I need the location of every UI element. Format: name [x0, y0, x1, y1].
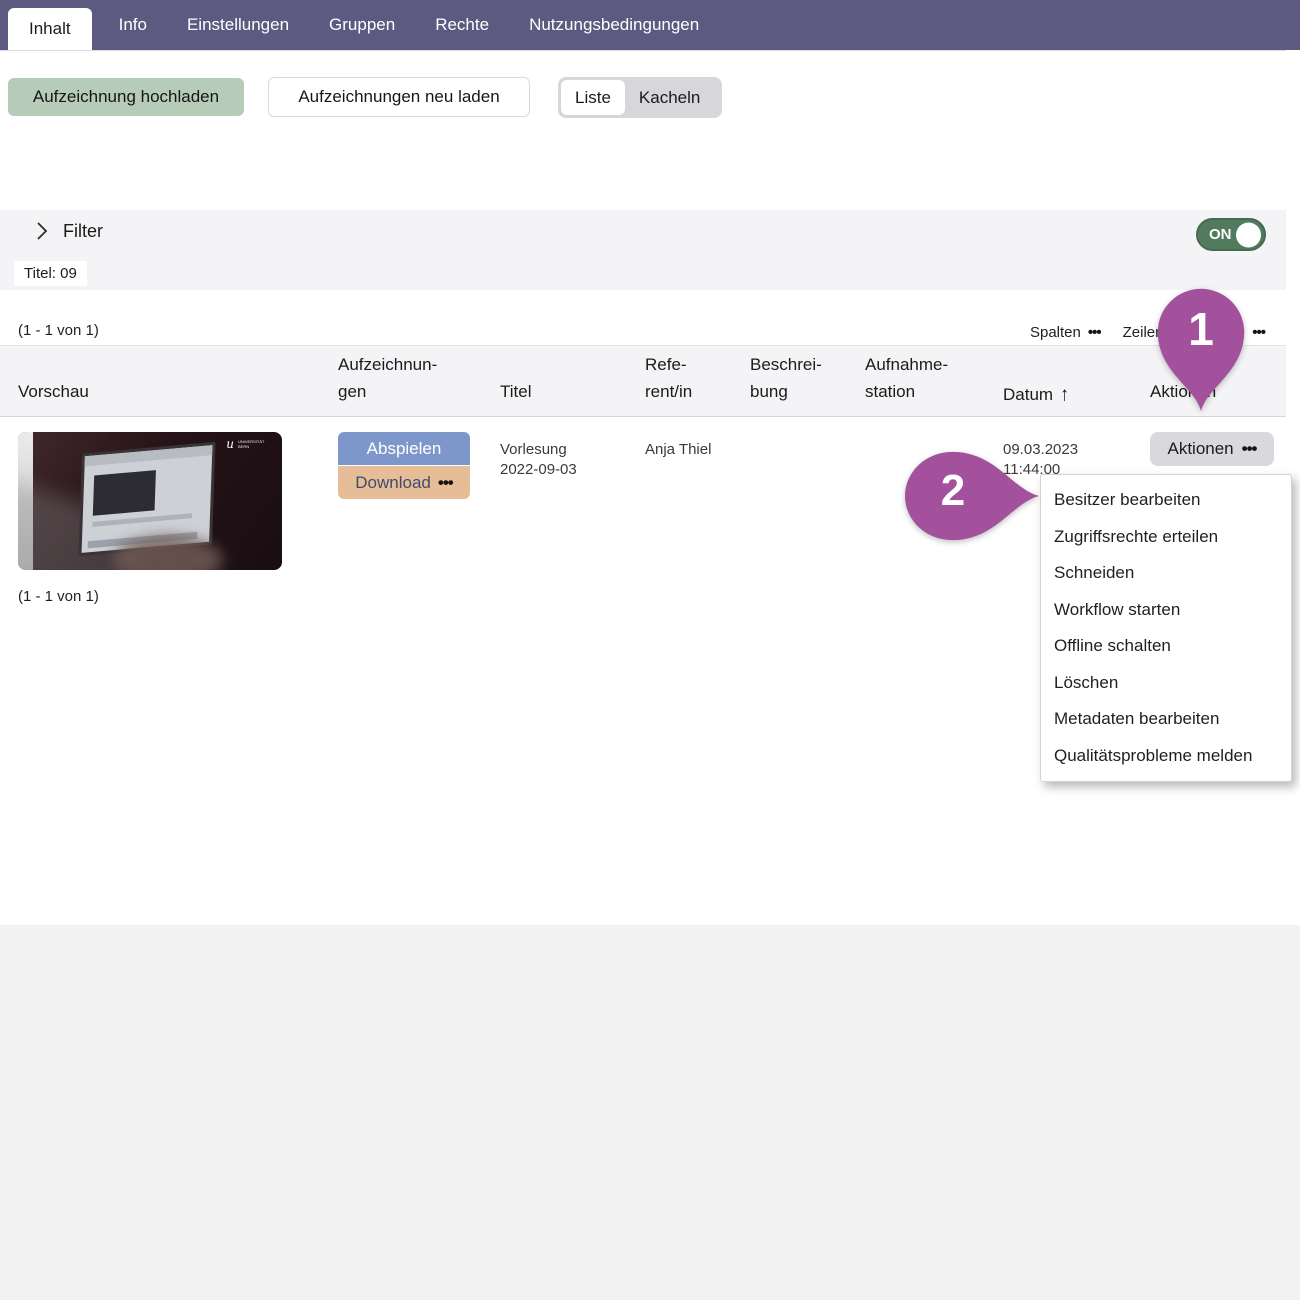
view-option-liste[interactable]: Liste	[561, 80, 625, 115]
download-label: Download	[355, 472, 431, 492]
columns-control-label[interactable]: Spalten	[1030, 324, 1081, 341]
filter-expander[interactable]: Filter	[35, 220, 103, 242]
cell-beschreibung	[750, 432, 865, 440]
toggle-state-label: ON	[1209, 226, 1232, 243]
more-ellipsis-icon[interactable]: •••	[1252, 324, 1266, 341]
actions-dropdown-menu: Besitzer bearbeiten Zugriffsrechte ertei…	[1040, 474, 1292, 782]
header-datum-label: Datum	[1003, 384, 1054, 404]
university-logo: u UNIVERSITÄT BERN	[226, 437, 265, 451]
tab-gruppen[interactable]: Gruppen	[329, 0, 395, 50]
tab-inhalt[interactable]: Inhalt	[8, 8, 92, 50]
header-aufzeichnungen: Aufzeichnun- gen	[338, 355, 438, 401]
menu-item-workflow-starten[interactable]: Workflow starten	[1041, 592, 1291, 629]
tab-rechte[interactable]: Rechte	[435, 0, 489, 50]
download-button[interactable]: Download •••	[338, 466, 470, 499]
download-ellipsis-icon: •••	[437, 472, 454, 492]
sort-ascending-icon: ↑	[1060, 382, 1070, 405]
actions-label: Aktionen	[1167, 439, 1234, 458]
filter-on-toggle[interactable]: ON	[1196, 218, 1266, 251]
menu-item-offline-schalten[interactable]: Offline schalten	[1041, 628, 1291, 665]
cell-referent: Anja Thiel	[645, 441, 712, 458]
header-vorschau: Vorschau	[18, 381, 89, 401]
result-count-bottom: (1 - 1 von 1)	[18, 588, 99, 605]
header-referent: Refe- rent/in	[645, 355, 693, 401]
list-controls: Spalten ••• Zeilen ••• •••	[0, 324, 1266, 341]
toggle-knob	[1236, 222, 1261, 247]
chevron-right-icon	[37, 222, 48, 240]
top-navbar: Inhalt Info Einstellungen Gruppen Rechte…	[0, 0, 1300, 51]
page-footer-area	[0, 925, 1300, 1300]
pin-2-number: 2	[940, 466, 966, 515]
cell-aufnahmestation	[865, 432, 1003, 440]
app-page: Inhalt Info Einstellungen Gruppen Rechte…	[0, 0, 1300, 1300]
upload-recording-button[interactable]: Aufzeichnung hochladen	[8, 78, 244, 116]
row-actions-button[interactable]: Aktionen •••	[1150, 432, 1274, 466]
pin-1-number: 1	[1188, 303, 1214, 355]
menu-item-zugriffsrechte-erteilen[interactable]: Zugriffsrechte erteilen	[1041, 519, 1291, 556]
filter-chip-titel[interactable]: Titel: 09	[14, 261, 87, 286]
menu-item-besitzer-bearbeiten[interactable]: Besitzer bearbeiten	[1041, 482, 1291, 519]
annotation-pin-1: 1	[1156, 287, 1246, 413]
table-header-row: Vorschau Aufzeichnun- gen Titel Refe- re…	[0, 345, 1286, 417]
view-mode-toggle: Liste Kacheln	[558, 77, 722, 118]
header-titel: Titel	[500, 381, 532, 401]
tab-info[interactable]: Info	[119, 0, 147, 50]
filter-bar: Filter Titel: 09 ON	[0, 210, 1286, 290]
header-beschreibung: Beschrei- bung	[750, 355, 822, 401]
tab-nutzungsbedingungen[interactable]: Nutzungsbedingungen	[529, 0, 699, 50]
header-datum-sort[interactable]: Datum ↑	[1003, 382, 1150, 416]
play-button[interactable]: Abspielen	[338, 432, 470, 465]
annotation-pin-2: 2	[903, 450, 1041, 542]
menu-item-qualitaetsprobleme-melden[interactable]: Qualitätsprobleme melden	[1041, 738, 1291, 775]
view-option-kacheln[interactable]: Kacheln	[625, 80, 714, 115]
menu-item-loeschen[interactable]: Löschen	[1041, 665, 1291, 702]
actions-ellipsis-icon: •••	[1241, 439, 1258, 458]
filter-label: Filter	[63, 220, 103, 241]
cell-titel: Vorlesung 2022-09-03	[500, 441, 577, 479]
columns-ellipsis-icon[interactable]: •••	[1088, 324, 1102, 341]
header-aufnahmestation: Aufnahme- station	[865, 355, 949, 401]
recording-thumbnail[interactable]: u UNIVERSITÄT BERN	[18, 432, 282, 570]
reload-recordings-button[interactable]: Aufzeichnungen neu laden	[268, 77, 530, 117]
menu-item-schneiden[interactable]: Schneiden	[1041, 555, 1291, 592]
tab-einstellungen[interactable]: Einstellungen	[187, 0, 289, 50]
menu-item-metadaten-bearbeiten[interactable]: Metadaten bearbeiten	[1041, 701, 1291, 738]
